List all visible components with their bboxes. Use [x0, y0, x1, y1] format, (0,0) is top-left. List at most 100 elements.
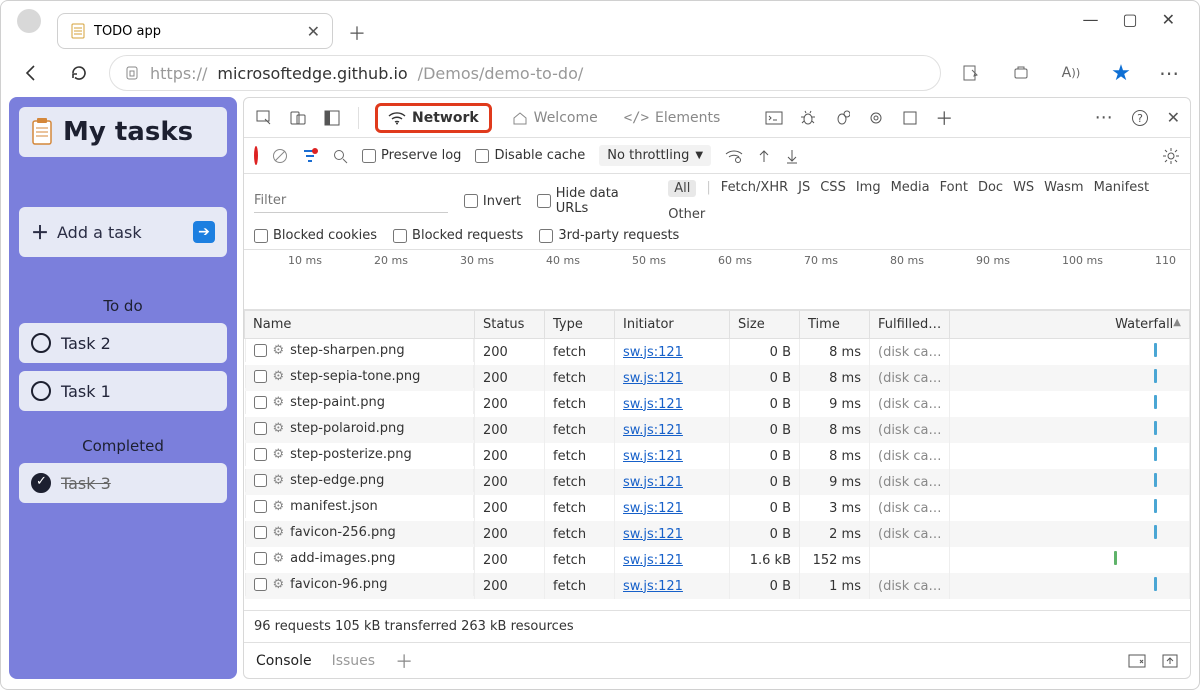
- initiator-link[interactable]: sw.js:121: [623, 423, 683, 438]
- more-menu-button[interactable]: ⋯: [1151, 55, 1187, 91]
- type-filter-manifest[interactable]: Manifest: [1094, 180, 1149, 197]
- type-filter-fetch/xhr[interactable]: Fetch/XHR: [721, 180, 788, 197]
- request-row[interactable]: ⚙favicon-96.png200fetchsw.js:1210 B1 ms(…: [245, 573, 1190, 599]
- clear-icon[interactable]: [272, 148, 288, 164]
- column-type[interactable]: Type: [545, 311, 615, 339]
- row-checkbox[interactable]: [254, 526, 267, 539]
- disable-cache-checkbox[interactable]: Disable cache: [475, 148, 585, 163]
- row-checkbox[interactable]: [254, 422, 267, 435]
- request-row[interactable]: ⚙step-edge.png200fetchsw.js:1210 B9 ms(d…: [245, 469, 1190, 495]
- type-filter-all[interactable]: All: [668, 180, 696, 197]
- type-filter-img[interactable]: Img: [856, 180, 881, 197]
- throttling-select[interactable]: No throttling▼: [599, 145, 711, 166]
- task-checkbox[interactable]: [31, 473, 51, 493]
- initiator-link[interactable]: sw.js:121: [623, 475, 683, 490]
- type-filter-font[interactable]: Font: [940, 180, 968, 197]
- type-filter-css[interactable]: CSS: [820, 180, 846, 197]
- initiator-link[interactable]: sw.js:121: [623, 553, 683, 568]
- third-party-checkbox[interactable]: 3rd-party requests: [539, 228, 679, 243]
- request-row[interactable]: ⚙step-sepia-tone.png200fetchsw.js:1210 B…: [245, 365, 1190, 391]
- initiator-link[interactable]: sw.js:121: [623, 527, 683, 542]
- upload-har-icon[interactable]: [757, 148, 771, 164]
- request-row[interactable]: ⚙step-paint.png200fetchsw.js:1210 B9 ms(…: [245, 391, 1190, 417]
- row-checkbox[interactable]: [254, 474, 267, 487]
- filter-input[interactable]: [254, 189, 448, 213]
- settings-gear-icon[interactable]: [1162, 147, 1180, 165]
- type-filter-media[interactable]: Media: [891, 180, 930, 197]
- submit-task-button[interactable]: ➔: [193, 221, 215, 243]
- initiator-link[interactable]: sw.js:121: [623, 501, 683, 516]
- profile-avatar[interactable]: [17, 9, 41, 33]
- dock-icon[interactable]: [322, 109, 342, 127]
- request-row[interactable]: ⚙add-images.png200fetchsw.js:1211.6 kB15…: [245, 547, 1190, 573]
- type-filter-js[interactable]: JS: [798, 180, 810, 197]
- edit-icon[interactable]: [953, 55, 989, 91]
- task-item-done[interactable]: Task 3: [19, 463, 227, 503]
- read-aloud-icon[interactable]: A)): [1053, 55, 1089, 91]
- drawer-tab-console[interactable]: Console: [256, 653, 312, 669]
- column-size[interactable]: Size: [730, 311, 800, 339]
- initiator-link[interactable]: sw.js:121: [623, 449, 683, 464]
- initiator-link[interactable]: sw.js:121: [623, 371, 683, 386]
- type-filter-doc[interactable]: Doc: [978, 180, 1003, 197]
- request-row[interactable]: ⚙favicon-256.png200fetchsw.js:1210 B2 ms…: [245, 521, 1190, 547]
- download-har-icon[interactable]: [785, 148, 799, 164]
- inspect-icon[interactable]: [254, 109, 274, 127]
- type-filter-ws[interactable]: WS: [1013, 180, 1034, 197]
- task-checkbox[interactable]: [31, 381, 51, 401]
- overflow-icon[interactable]: ⋯: [1095, 107, 1113, 128]
- new-tab-button[interactable]: ＋: [341, 17, 373, 49]
- task-item[interactable]: Task 2: [19, 323, 227, 363]
- bug2-icon[interactable]: [832, 110, 852, 126]
- drawer-add-icon[interactable]: ＋: [395, 648, 413, 674]
- column-name[interactable]: Name: [245, 311, 475, 339]
- task-item[interactable]: Task 1: [19, 371, 227, 411]
- minimize-icon[interactable]: —: [1082, 10, 1098, 29]
- tab-close-icon[interactable]: ✕: [307, 22, 320, 41]
- drawer-dock-icon[interactable]: [1128, 654, 1146, 668]
- search-icon[interactable]: [332, 148, 348, 164]
- row-checkbox[interactable]: [254, 396, 267, 409]
- network-request-table[interactable]: NameStatusTypeInitiatorSizeTimeFulfilled…: [244, 310, 1190, 610]
- type-filter-wasm[interactable]: Wasm: [1044, 180, 1083, 197]
- command-icon[interactable]: [764, 111, 784, 125]
- bug-icon[interactable]: [798, 110, 818, 126]
- browser-tab[interactable]: TODO app ✕: [57, 13, 333, 49]
- gear-icon[interactable]: [866, 110, 886, 126]
- help-icon[interactable]: ?: [1131, 109, 1149, 127]
- add-task-input[interactable]: ＋ Add a task ➔: [19, 207, 227, 257]
- close-window-icon[interactable]: ✕: [1162, 10, 1175, 29]
- add-panel-icon[interactable]: ＋: [934, 105, 954, 131]
- tab-elements[interactable]: </> Elements: [618, 106, 727, 130]
- network-conditions-icon[interactable]: [725, 149, 743, 163]
- record-button[interactable]: [254, 148, 258, 163]
- back-button[interactable]: [13, 55, 49, 91]
- initiator-link[interactable]: sw.js:121: [623, 397, 683, 412]
- request-row[interactable]: ⚙manifest.json200fetchsw.js:1210 B3 ms(d…: [245, 495, 1190, 521]
- row-checkbox[interactable]: [254, 448, 267, 461]
- collections-icon[interactable]: [1003, 55, 1039, 91]
- column-waterfall[interactable]: Waterfall▲: [950, 311, 1190, 339]
- column-initiator[interactable]: Initiator: [615, 311, 730, 339]
- blocked-requests-checkbox[interactable]: Blocked requests: [393, 228, 523, 243]
- row-checkbox[interactable]: [254, 552, 267, 565]
- drawer-expand-icon[interactable]: [1162, 654, 1178, 668]
- tab-welcome[interactable]: Welcome: [506, 106, 604, 130]
- column-status[interactable]: Status: [475, 311, 545, 339]
- hide-data-urls-checkbox[interactable]: Hide data URLs: [537, 186, 652, 216]
- initiator-link[interactable]: sw.js:121: [623, 579, 683, 594]
- filter-toggle-icon[interactable]: [302, 148, 318, 164]
- drawer-tab-issues[interactable]: Issues: [332, 653, 376, 669]
- column-fulfilled…[interactable]: Fulfilled…: [870, 311, 950, 339]
- resource-type-filter[interactable]: All|Fetch/XHRJSCSSImgMediaFontDocWSWasmM…: [668, 180, 1180, 222]
- maximize-icon[interactable]: ▢: [1122, 10, 1137, 29]
- refresh-button[interactable]: [61, 55, 97, 91]
- panel-icon[interactable]: [900, 110, 920, 126]
- row-checkbox[interactable]: [254, 370, 267, 383]
- row-checkbox[interactable]: [254, 500, 267, 513]
- request-row[interactable]: ⚙step-sharpen.png200fetchsw.js:1210 B8 m…: [245, 339, 1190, 366]
- task-checkbox[interactable]: [31, 333, 51, 353]
- close-devtools-icon[interactable]: ✕: [1167, 108, 1180, 127]
- network-timeline[interactable]: 10 ms20 ms30 ms40 ms50 ms60 ms70 ms80 ms…: [244, 250, 1190, 310]
- request-row[interactable]: ⚙step-polaroid.png200fetchsw.js:1210 B8 …: [245, 417, 1190, 443]
